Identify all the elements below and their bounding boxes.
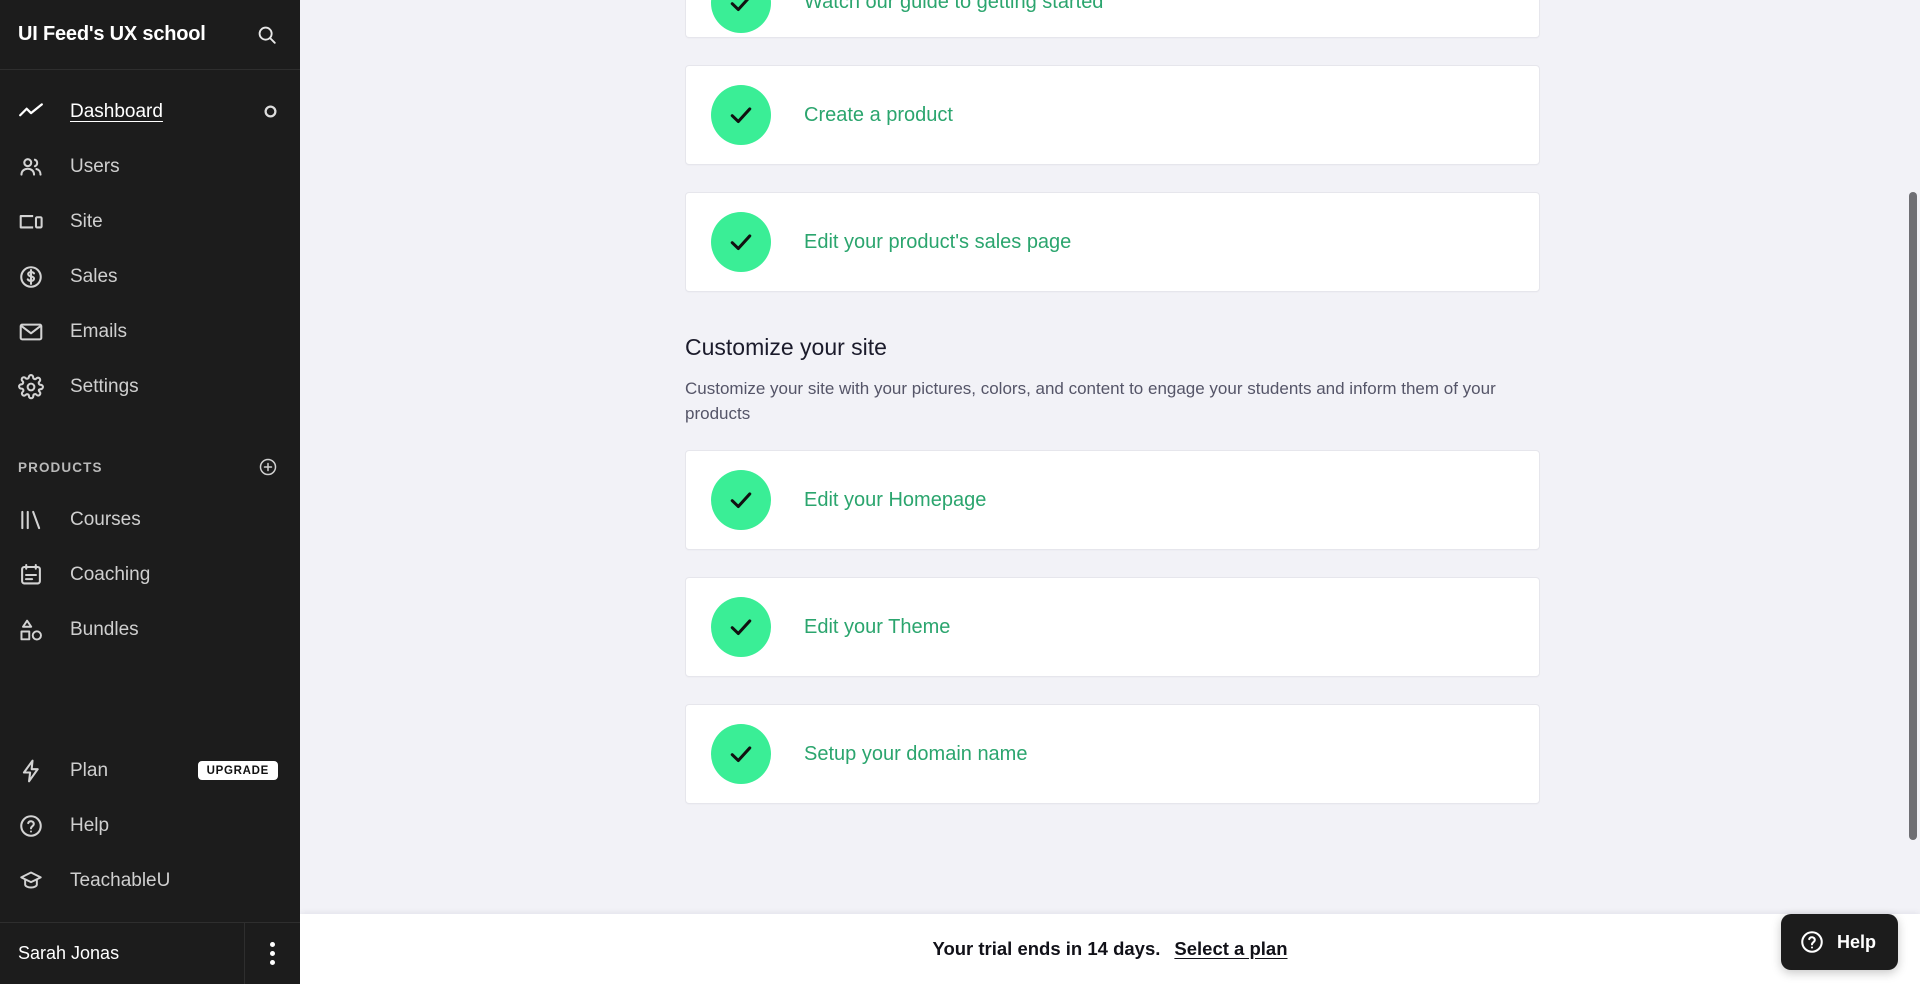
scrollbar-thumb[interactable] — [1909, 192, 1917, 840]
sidebar-item-coaching[interactable]: Coaching — [0, 547, 300, 602]
check-icon — [711, 597, 771, 658]
sidebar-header: UI Feed's UX school — [0, 0, 300, 70]
sidebar-item-label: Sales — [70, 265, 118, 287]
trial-message: Your trial ends in 14 days. — [932, 938, 1161, 959]
dollar-circle-icon — [18, 263, 48, 291]
main-content: Watch our guide to getting started Creat… — [300, 0, 1920, 984]
search-icon[interactable] — [256, 24, 278, 46]
kebab-menu-icon[interactable] — [245, 923, 300, 984]
trending-up-icon — [18, 98, 48, 126]
shapes-icon — [18, 616, 48, 644]
help-widget-button[interactable]: Help — [1780, 914, 1898, 970]
help-widget-label: Help — [1836, 931, 1876, 952]
kebab-dot — [270, 951, 275, 956]
app-root: UI Feed's UX school Dashboard Users Site… — [0, 0, 1920, 984]
sidebar-item-label: Bundles — [70, 618, 139, 640]
sidebar-item-help[interactable]: Help — [0, 798, 300, 853]
trial-banner: Your trial ends in 14 days. Select a pla… — [300, 914, 1920, 984]
question-circle-icon — [1799, 929, 1825, 955]
question-circle-icon — [18, 812, 48, 840]
sidebar-item-label: Coaching — [70, 563, 151, 585]
checklist-card[interactable]: Edit your product's sales page — [685, 192, 1540, 292]
kebab-dot — [270, 960, 275, 965]
checklist-card-label: Setup your domain name — [804, 742, 1028, 765]
kebab-dots — [270, 942, 275, 965]
sidebar-item-label: Users — [70, 155, 120, 177]
clipboard-icon — [18, 561, 48, 589]
checklist-card[interactable]: Setup your domain name — [685, 704, 1540, 805]
page-scrollbar[interactable] — [1906, 0, 1920, 984]
check-icon — [711, 470, 771, 531]
checklist-card-label: Edit your product's sales page — [804, 230, 1072, 253]
products-section-label: PRODUCTS — [18, 459, 103, 475]
bolt-icon — [18, 757, 48, 785]
sidebar: UI Feed's UX school Dashboard Users Site… — [0, 0, 300, 984]
books-icon — [18, 506, 48, 534]
checklist-card-label: Watch our guide to getting started — [804, 0, 1104, 13]
upgrade-badge[interactable]: UPGRADE — [197, 761, 278, 780]
section-description: Customize your site with your pictures, … — [685, 379, 1496, 423]
sidebar-item-site[interactable]: Site — [0, 194, 300, 249]
checklist-card-label: Edit your Theme — [804, 615, 951, 638]
sidebar-footer: Sarah Jonas — [0, 922, 300, 984]
ring-icon — [263, 104, 278, 119]
check-icon — [711, 0, 771, 33]
section-title: Customize your site — [685, 334, 887, 360]
check-icon — [711, 85, 771, 145]
sidebar-item-plan[interactable]: Plan UPGRADE — [0, 743, 300, 798]
plus-circle-icon[interactable] — [258, 457, 278, 477]
sidebar-item-label: Emails — [70, 320, 128, 342]
user-name[interactable]: Sarah Jonas — [0, 923, 245, 984]
sidebar-bottom-nav: Plan UPGRADE Help TeachableU — [0, 743, 300, 922]
check-icon — [711, 724, 771, 785]
checklist-card[interactable]: Edit your Homepage — [685, 450, 1540, 551]
kebab-dot — [270, 942, 275, 947]
sidebar-item-emails[interactable]: Emails — [0, 304, 300, 359]
select-a-plan-link[interactable]: Select a plan — [1174, 938, 1287, 960]
sidebar-item-label: Dashboard — [70, 100, 163, 122]
devices-icon — [18, 208, 48, 236]
checklist-card-label: Create a product — [804, 103, 953, 126]
sidebar-item-label: Plan — [70, 759, 109, 781]
products-section-header: PRODUCTS — [0, 442, 300, 492]
graduation-cap-icon — [18, 867, 48, 895]
customize-section-header: Customize your site Customize your site … — [685, 334, 1540, 426]
sidebar-item-sales[interactable]: Sales — [0, 249, 300, 304]
sidebar-item-teachableu[interactable]: TeachableU — [0, 853, 300, 908]
envelope-icon — [18, 318, 48, 346]
checklist-card[interactable]: Edit your Theme — [685, 577, 1540, 678]
sidebar-item-dashboard[interactable]: Dashboard — [0, 84, 300, 139]
content-scroll-area: Watch our guide to getting started Creat… — [300, 0, 1920, 805]
checklist-card[interactable]: Watch our guide to getting started — [685, 0, 1540, 38]
sidebar-item-label: Help — [70, 814, 110, 836]
gear-icon — [18, 373, 48, 401]
school-title: UI Feed's UX school — [18, 23, 206, 45]
sidebar-item-bundles[interactable]: Bundles — [0, 602, 300, 657]
sidebar-item-label: Courses — [70, 508, 141, 530]
checklist-card-label: Edit your Homepage — [804, 488, 987, 511]
sidebar-nav: Dashboard Users Site Sales Emails Settin… — [0, 70, 300, 657]
sidebar-item-label: Settings — [70, 375, 139, 397]
checklist-card[interactable]: Create a product — [685, 65, 1540, 165]
users-icon — [18, 153, 48, 181]
sidebar-item-users[interactable]: Users — [0, 139, 300, 194]
upgrade-badge-label: UPGRADE — [197, 761, 278, 780]
sidebar-item-label: Site — [70, 210, 103, 232]
sidebar-item-settings[interactable]: Settings — [0, 359, 300, 414]
sidebar-item-label: TeachableU — [70, 869, 171, 891]
sidebar-item-courses[interactable]: Courses — [0, 492, 300, 547]
content-column: Watch our guide to getting started Creat… — [685, 0, 1540, 805]
check-icon — [711, 212, 771, 272]
